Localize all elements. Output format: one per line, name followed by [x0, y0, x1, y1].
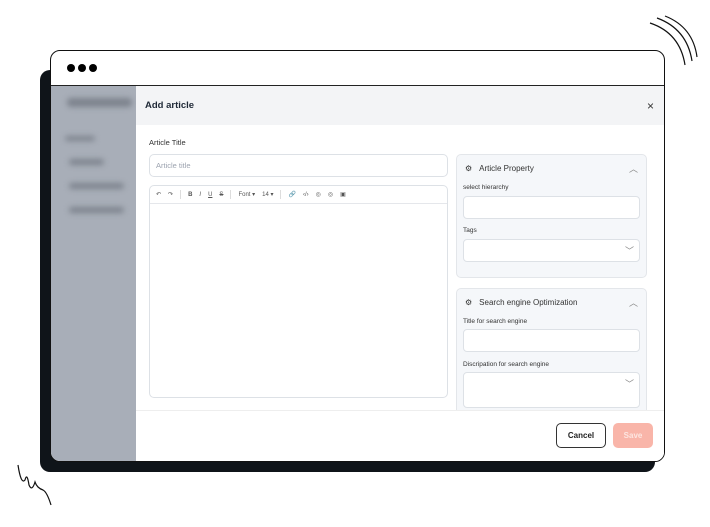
add-article-modal: Add article × Article Title Article titl…	[136, 86, 664, 461]
article-property-title: Article Property	[479, 164, 534, 173]
chevron-down-icon: ﹀	[624, 246, 634, 256]
redo-icon[interactable]: ↷	[168, 191, 173, 198]
window-dot-icon	[78, 64, 86, 72]
link-icon[interactable]: 🔗	[288, 191, 295, 198]
modal-header: Add article ×	[136, 86, 664, 125]
blurred-sidebar	[51, 86, 136, 461]
chevron-down-icon: ﹀	[624, 379, 634, 389]
mention-icon[interactable]: ◎	[328, 191, 333, 198]
code-icon[interactable]: ‹/›	[303, 192, 309, 198]
gear-icon: ⚙	[465, 164, 473, 173]
hierarchy-select[interactable]	[463, 196, 640, 219]
hierarchy-label: select hierarchy	[463, 184, 509, 191]
article-property-card: ⚙ Article Property ︿ select hierarchy Tags…	[456, 154, 647, 278]
modal-footer: Cancel Save	[136, 410, 664, 461]
bold-button[interactable]: B	[188, 192, 192, 198]
tags-label: Tags	[463, 227, 477, 234]
seo-description-label: Discripation for search engine	[463, 361, 549, 368]
undo-icon[interactable]: ↶	[156, 191, 161, 198]
window-dot-icon	[89, 64, 97, 72]
modal-title: Add article	[145, 100, 195, 111]
article-title-input[interactable]: Article title	[149, 154, 448, 177]
seo-description-input[interactable]: ﹀	[463, 372, 640, 408]
rich-text-editor[interactable]: ↶ ↷ B I U S Font ▾ 14 ▾ 🔗 ‹/› ◎ ◎ ▣	[149, 185, 448, 398]
save-button[interactable]: Save	[613, 423, 653, 448]
font-size-dropdown[interactable]: 14 ▾	[262, 191, 273, 198]
window-titlebar	[51, 51, 664, 86]
window-dot-icon	[67, 64, 75, 72]
chevron-up-icon[interactable]: ︿	[629, 162, 638, 175]
seo-title: Search engine Optimization	[479, 298, 578, 307]
editor-toolbar: ↶ ↷ B I U S Font ▾ 14 ▾ 🔗 ‹/› ◎ ◎ ▣	[150, 186, 447, 204]
close-icon[interactable]: ×	[647, 99, 654, 113]
seo-title-label: Title for search engine	[463, 318, 528, 325]
article-title-label: Article Title	[149, 138, 186, 147]
seo-card: ⚙ Search engine Optimization ︿ Title for s…	[456, 288, 647, 428]
browser-window: Add article × Article Title Article titl…	[50, 50, 665, 462]
strikethrough-button[interactable]: S	[219, 192, 223, 198]
cancel-button[interactable]: Cancel	[556, 423, 606, 448]
italic-button[interactable]: I	[199, 192, 201, 198]
gear-icon: ⚙	[465, 298, 473, 307]
seo-title-input[interactable]	[463, 329, 640, 352]
emoji-icon[interactable]: ◎	[316, 191, 321, 198]
tags-select[interactable]: ﹀	[463, 239, 640, 262]
underline-button[interactable]: U	[208, 192, 212, 198]
chevron-up-icon[interactable]: ︿	[629, 296, 638, 309]
font-dropdown[interactable]: Font ▾	[238, 191, 255, 198]
image-icon[interactable]: ▣	[340, 191, 346, 198]
